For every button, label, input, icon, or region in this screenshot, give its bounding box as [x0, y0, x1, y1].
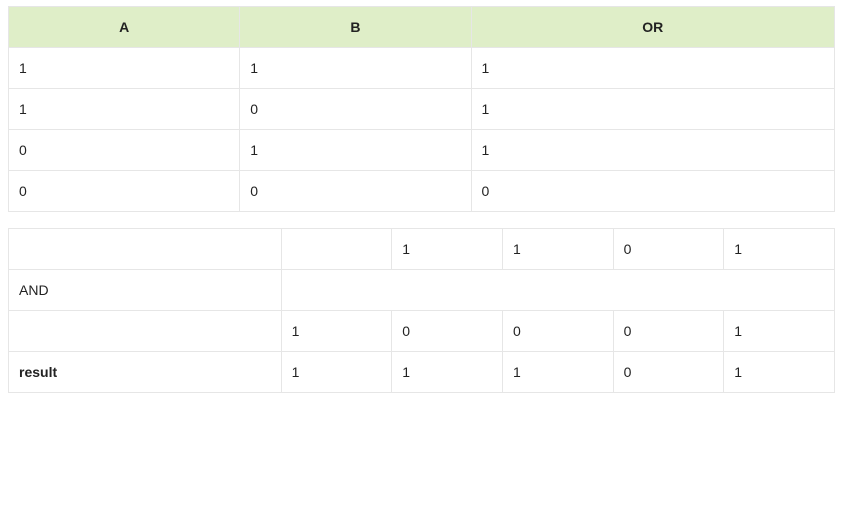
and-row-label [9, 229, 282, 270]
or-cell-result: 1 [471, 89, 834, 130]
or-header-or: OR [471, 7, 834, 48]
table-row: 0 0 0 [9, 171, 835, 212]
or-cell-b: 0 [240, 89, 471, 130]
and-bit-table: 1 1 0 1 AND 1 0 0 0 1 result 1 1 1 0 1 [8, 228, 835, 393]
and-result-cell: 1 [281, 352, 392, 393]
or-header-a: A [9, 7, 240, 48]
and-row-operand-top: 1 1 0 1 [9, 229, 835, 270]
and-row-operand-bottom: 1 0 0 0 1 [9, 311, 835, 352]
or-cell-a: 0 [9, 130, 240, 171]
table-row: 0 1 1 [9, 130, 835, 171]
and-result-cell: 1 [392, 352, 503, 393]
and-result-cell: 1 [724, 352, 835, 393]
table-spacer [8, 212, 835, 228]
table-row: 1 1 1 [9, 48, 835, 89]
or-cell-a: 0 [9, 171, 240, 212]
and-bit-cell [281, 229, 392, 270]
and-bit-cell: 0 [392, 311, 503, 352]
and-empty-span [281, 270, 834, 311]
and-operator-label: AND [9, 270, 282, 311]
or-truth-table: A B OR 1 1 1 1 0 1 0 1 1 0 0 0 [8, 6, 835, 212]
table-row: 1 0 1 [9, 89, 835, 130]
or-cell-b: 1 [240, 130, 471, 171]
or-header-b: B [240, 7, 471, 48]
and-row-operator: AND [9, 270, 835, 311]
or-cell-b: 1 [240, 48, 471, 89]
and-result-cell: 1 [502, 352, 613, 393]
and-bit-cell: 1 [724, 229, 835, 270]
and-bit-cell: 1 [392, 229, 503, 270]
and-bit-cell: 0 [613, 311, 724, 352]
and-bit-cell: 0 [613, 229, 724, 270]
and-bit-cell: 1 [724, 311, 835, 352]
or-cell-result: 1 [471, 48, 834, 89]
or-cell-a: 1 [9, 48, 240, 89]
and-bit-cell: 1 [502, 229, 613, 270]
and-bit-cell: 0 [502, 311, 613, 352]
and-row-label [9, 311, 282, 352]
or-cell-result: 1 [471, 130, 834, 171]
or-cell-b: 0 [240, 171, 471, 212]
and-row-result: result 1 1 1 0 1 [9, 352, 835, 393]
or-cell-result: 0 [471, 171, 834, 212]
or-cell-a: 1 [9, 89, 240, 130]
and-result-cell: 0 [613, 352, 724, 393]
and-result-label: result [9, 352, 282, 393]
or-header-row: A B OR [9, 7, 835, 48]
and-bit-cell: 1 [281, 311, 392, 352]
